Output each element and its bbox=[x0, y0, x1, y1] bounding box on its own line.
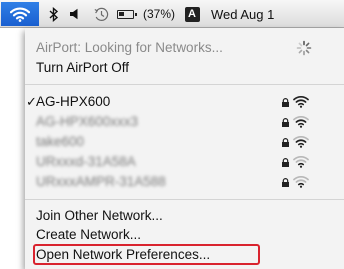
battery-percent: (37%) bbox=[142, 7, 175, 21]
wifi-menu-icon[interactable] bbox=[1, 2, 39, 26]
volume-icon[interactable] bbox=[67, 4, 83, 24]
network-item[interactable]: take600 bbox=[25, 134, 344, 150]
lock-icon bbox=[282, 118, 289, 127]
network-name: take600 bbox=[36, 134, 85, 149]
input-source-icon[interactable]: A bbox=[182, 4, 202, 24]
wifi-signal-icon bbox=[293, 115, 309, 128]
network-item[interactable]: URxxxAMPR-31A588 bbox=[25, 174, 344, 190]
wifi-signal-icon bbox=[293, 175, 309, 188]
network-item[interactable]: ✓ AG-HPX600 bbox=[25, 94, 344, 110]
network-name: URxxxd-31A58A bbox=[36, 154, 136, 169]
network-name: AG-HPX600xxx3 bbox=[36, 114, 139, 129]
bluetooth-icon[interactable] bbox=[46, 4, 60, 24]
highlight-annotation bbox=[33, 244, 260, 265]
network-item[interactable]: URxxxd-31A58A bbox=[25, 154, 344, 170]
spinner-icon bbox=[296, 40, 312, 56]
time-machine-icon[interactable] bbox=[92, 4, 110, 24]
clock[interactable]: Wed Aug 1 bbox=[211, 4, 274, 24]
create-network-item[interactable]: Create Network... bbox=[36, 227, 141, 242]
menu-bar: (37%) A Wed Aug 1 bbox=[0, 0, 344, 28]
lock-icon bbox=[282, 138, 289, 147]
lock-icon bbox=[282, 98, 289, 107]
lock-icon bbox=[282, 158, 289, 167]
menu-separator bbox=[25, 199, 344, 200]
battery-icon[interactable] bbox=[115, 4, 137, 24]
menu-separator bbox=[25, 84, 344, 85]
join-other-network-item[interactable]: Join Other Network... bbox=[36, 208, 163, 223]
network-name: URxxxAMPR-31A588 bbox=[36, 174, 166, 189]
turn-airport-off-item[interactable]: Turn AirPort Off bbox=[36, 60, 129, 75]
lock-icon bbox=[282, 178, 289, 187]
wifi-signal-icon bbox=[293, 95, 309, 108]
wifi-signal-icon bbox=[293, 155, 309, 168]
wifi-dropdown-menu: AirPort: Looking for Networks... Turn Ai… bbox=[25, 28, 344, 269]
wifi-signal-icon bbox=[293, 135, 309, 148]
airport-status: AirPort: Looking for Networks... bbox=[36, 40, 223, 55]
network-item[interactable]: AG-HPX600xxx3 bbox=[25, 114, 344, 130]
network-name: AG-HPX600 bbox=[36, 94, 111, 109]
